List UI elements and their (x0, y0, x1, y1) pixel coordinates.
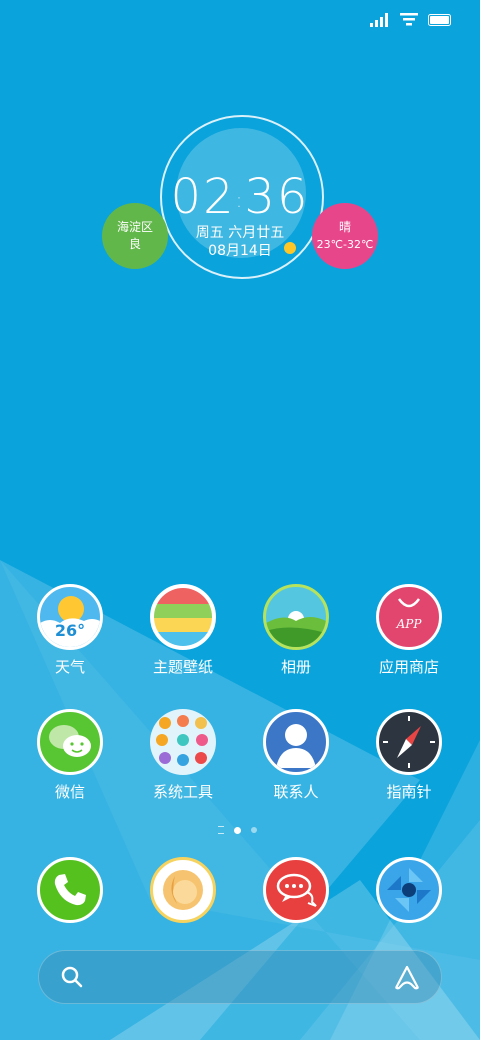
location-bubble[interactable]: 海淀区 良 (102, 203, 168, 269)
page-dot (251, 827, 257, 833)
search-bar[interactable] (38, 950, 442, 1004)
system-tools-folder-icon (150, 709, 216, 775)
messages-icon (263, 857, 329, 923)
wifi-icon (400, 13, 418, 26)
dock-phone[interactable] (20, 857, 120, 923)
air-quality-label: 良 (128, 237, 141, 251)
app-label: 系统工具 (152, 783, 213, 801)
weather-temp-badge: 26° (54, 621, 86, 640)
dock-browser[interactable] (133, 857, 233, 923)
app-compass[interactable]: 指南针 (359, 709, 459, 802)
battery-icon (428, 14, 451, 26)
app-contacts[interactable]: 联系人 (246, 709, 346, 802)
app-store-icon: APP (376, 584, 442, 650)
app-system-tools[interactable]: 系统工具 (133, 709, 233, 802)
page-dot-active (234, 826, 241, 834)
album-icon (263, 584, 329, 650)
app-label: 微信 (54, 783, 85, 801)
page-indicator[interactable] (218, 825, 257, 835)
browser-icon (150, 857, 216, 923)
app-label: 应用商店 (378, 658, 439, 676)
app-album[interactable]: 相册 (246, 584, 346, 677)
phone-icon (37, 857, 103, 923)
clock-minutes: 36 (244, 169, 310, 225)
app-store-badge: APP (396, 617, 422, 631)
wechat-icon (37, 709, 103, 775)
compass-icon (376, 709, 442, 775)
app-app-store[interactable]: APP 应用商店 (359, 584, 459, 677)
app-wechat[interactable]: 微信 (20, 709, 120, 802)
theme-wallpaper-icon (150, 584, 216, 650)
temperature-range: 23℃-32℃ (316, 238, 374, 251)
weather-icon: 26° (37, 584, 103, 650)
dock-camera[interactable] (359, 857, 459, 923)
app-label: 联系人 (273, 783, 319, 801)
app-label: 相册 (280, 658, 311, 676)
dock-messages[interactable] (246, 857, 346, 923)
app-label: 主题壁纸 (152, 658, 213, 676)
sun-icon (284, 242, 296, 254)
assistant-icon[interactable] (393, 964, 421, 990)
weather-bubble[interactable]: 晴 23℃-32℃ (312, 203, 378, 269)
app-label: 天气 (54, 658, 85, 676)
calendar-date: 08月14日 (208, 243, 272, 259)
search-icon[interactable] (59, 964, 85, 990)
app-label: 指南针 (386, 783, 432, 801)
lunar-date: 周五 六月廿五 (195, 225, 285, 241)
camera-icon (376, 857, 442, 923)
weather-condition: 晴 (338, 220, 351, 234)
district-label: 海淀区 (116, 220, 153, 234)
app-theme-wallpaper[interactable]: 主题壁纸 (133, 584, 233, 677)
status-bar (370, 10, 452, 30)
app-weather[interactable]: 26° 天气 (20, 584, 120, 677)
signal-icon (370, 13, 388, 27)
menu-lines-icon (218, 826, 224, 834)
contacts-icon (263, 709, 329, 775)
clock-hours: 02 (170, 169, 236, 225)
